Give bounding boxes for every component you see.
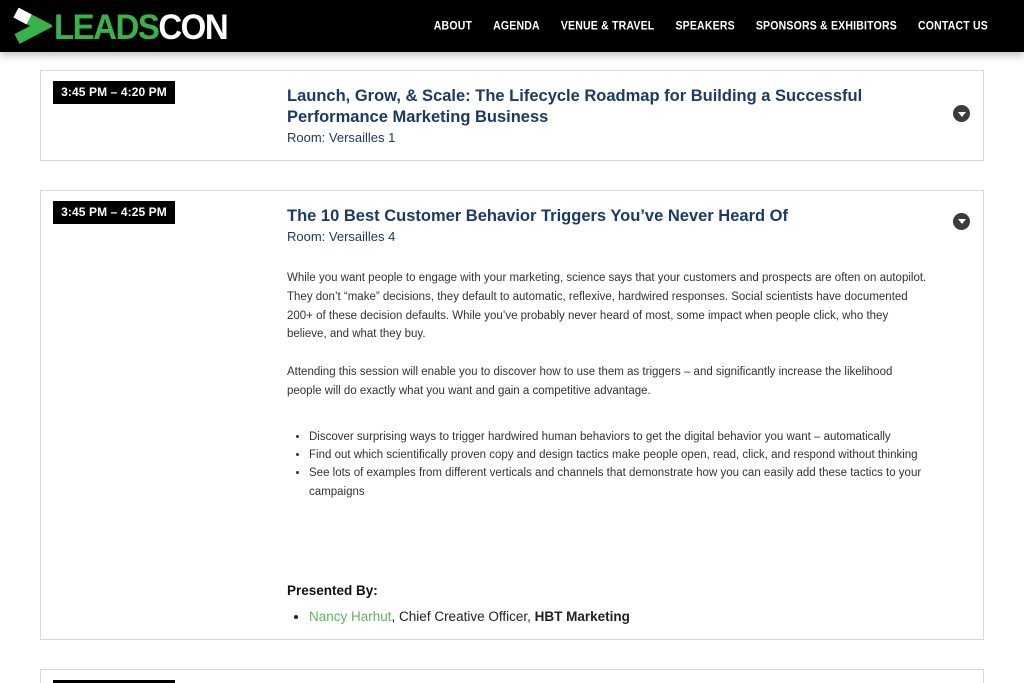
session-time-column: 3:45 PM – 4:20 PM (41, 71, 287, 160)
presented-by-section: Presented By: Nancy Harhut, Chief Creati… (287, 583, 927, 626)
site-header: LEADSCON ABOUT AGENDA VENUE & TRAVEL SPE… (0, 0, 1024, 52)
session-room: Room: Versailles 4 (287, 229, 927, 245)
leadscon-chevron-icon (10, 5, 54, 47)
logo-text-leads: LEADS (54, 6, 158, 46)
session-card: 3:45 PM – 4:20 PM Launch, Grow, & Scale:… (40, 70, 984, 161)
presenter-list: Nancy Harhut, Chief Creative Officer, HB… (287, 608, 927, 626)
session-time-badge: 3:45 PM – 4:20 PM (53, 81, 175, 104)
session-description: While you want people to engage with you… (287, 269, 927, 400)
session-time-column: 4:30 PM – 5:15 PM (41, 670, 287, 683)
nav-item-contact-us[interactable]: CONTACT US (918, 19, 988, 33)
nav-item-sponsors-exhibitors[interactable]: SPONSORS & EXHIBITORS (756, 19, 897, 33)
presenter-company: HBT Marketing (535, 609, 630, 624)
session-time-badge: 3:45 PM – 4:25 PM (53, 201, 175, 224)
nav-item-speakers[interactable]: SPEAKERS (675, 19, 734, 33)
takeaway-item: Find out which scientifically proven cop… (309, 446, 927, 464)
nav-item-agenda[interactable]: AGENDA (493, 19, 540, 33)
logo-text-con: CON (158, 6, 227, 46)
session-main-column: The 10 Best Customer Behavior Triggers Y… (287, 191, 983, 639)
nav-item-venue-travel[interactable]: VENUE & TRAVEL (561, 19, 655, 33)
session-title[interactable]: The 10 Best Customer Behavior Triggers Y… (287, 206, 887, 227)
logo-wordmark: LEADSCON (54, 8, 227, 44)
takeaway-item: See lots of examples from different vert… (309, 464, 927, 500)
presented-by-label: Presented By: (287, 583, 927, 598)
main-nav: ABOUT AGENDA VENUE & TRAVEL SPEAKERS SPO… (434, 20, 988, 32)
session-takeaways-list: Discover surprising ways to trigger hard… (287, 428, 927, 501)
session-main-column: Launch, Grow, & Scale: The Lifecycle Roa… (287, 71, 983, 160)
agenda-list: 3:45 PM – 4:20 PM Launch, Grow, & Scale:… (0, 52, 1024, 683)
nav-item-about[interactable]: ABOUT (434, 19, 472, 33)
presenter-item: Nancy Harhut, Chief Creative Officer, HB… (309, 608, 927, 626)
session-main-column: Tapping Into Empathy To Drive LTV: How A… (287, 670, 983, 683)
session-title[interactable]: Launch, Grow, & Scale: The Lifecycle Roa… (287, 86, 887, 127)
session-card: 3:45 PM – 4:25 PM The 10 Best Customer B… (40, 190, 984, 640)
expand-session-icon[interactable] (953, 213, 970, 230)
description-paragraph: Attending this session will enable you t… (287, 363, 927, 400)
expand-session-icon[interactable] (953, 105, 970, 122)
takeaway-item: Discover surprising ways to trigger hard… (309, 428, 927, 446)
presenter-role: , Chief Creative Officer, (392, 609, 535, 624)
description-paragraph: While you want people to engage with you… (287, 269, 927, 344)
presenter-name-link[interactable]: Nancy Harhut (309, 609, 392, 624)
session-time-column: 3:45 PM – 4:25 PM (41, 191, 287, 639)
leadscon-logo-link[interactable]: LEADSCON (10, 5, 227, 47)
session-room: Room: Versailles 1 (287, 130, 927, 146)
session-card: 4:30 PM – 5:15 PM Tapping Into Empathy T… (40, 669, 984, 683)
